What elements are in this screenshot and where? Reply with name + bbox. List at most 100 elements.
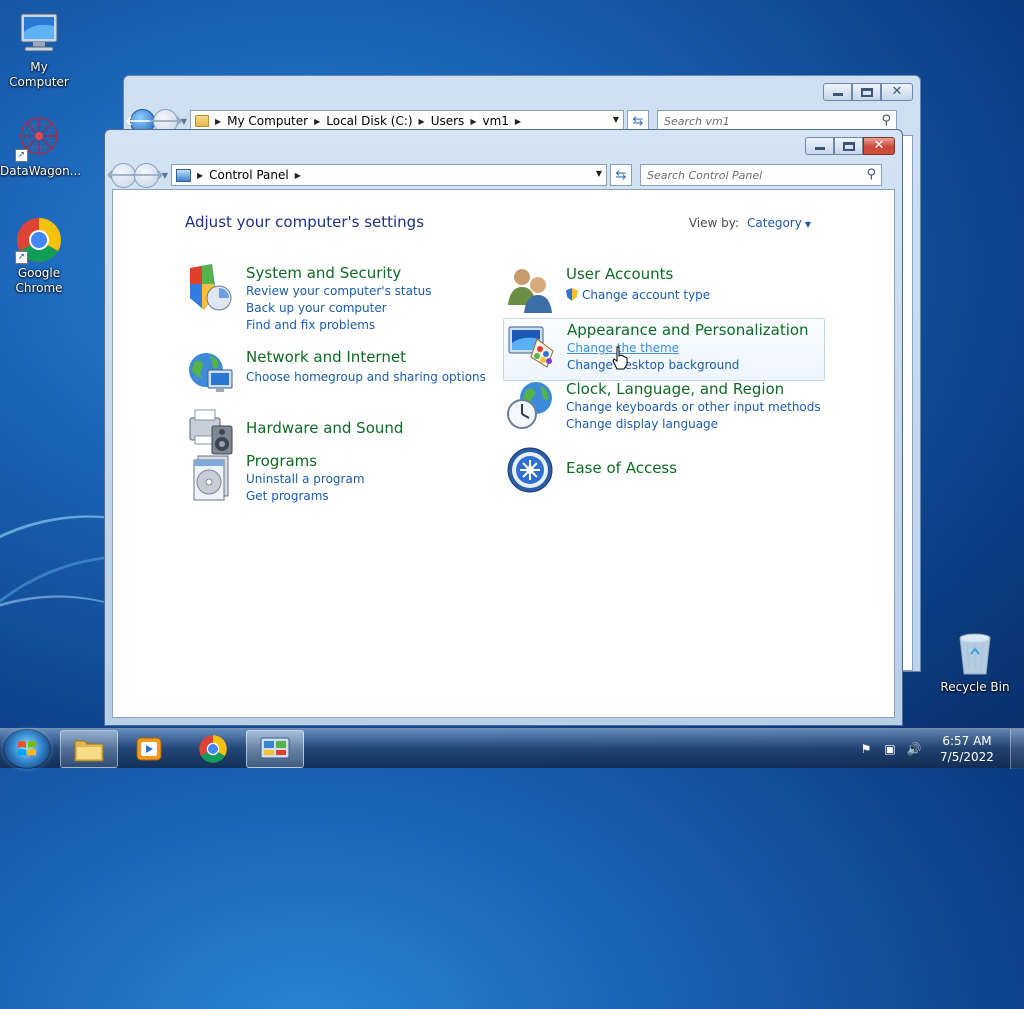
programs-disc-icon — [186, 452, 236, 502]
address-dropdown-icon[interactable]: ▼ — [596, 169, 602, 178]
window-caption-buttons: ✕ — [823, 83, 913, 101]
view-by-label: View by: — [688, 216, 740, 230]
clock[interactable]: 6:57 AM 7/5/2022 — [932, 733, 1002, 765]
minimize-button[interactable] — [823, 83, 852, 101]
page-title: Adjust your computer's settings — [185, 213, 425, 231]
category-title[interactable]: System and Security — [246, 264, 432, 282]
control-panel-search-input[interactable] — [647, 168, 827, 182]
recent-pages-dropdown[interactable]: ▼ — [178, 117, 190, 126]
uac-shield-icon — [566, 288, 578, 301]
start-button[interactable] — [4, 730, 50, 768]
breadcrumb-separator-icon: ▶ — [418, 116, 425, 126]
view-by: View by: Category ▼ — [689, 216, 811, 230]
breadcrumb-separator-icon: ▶ — [514, 116, 522, 126]
desktop-icon-google-chrome[interactable]: ➚ Google Chrome — [0, 216, 78, 296]
recent-pages-dropdown[interactable]: ▼ — [159, 171, 171, 180]
minimize-icon — [833, 93, 843, 96]
breadcrumb-separator-icon: ▶ — [215, 116, 222, 126]
monitor-palette-icon — [507, 321, 557, 371]
forward-button[interactable]: 🡒 — [129, 162, 164, 188]
category-title[interactable]: User Accounts — [566, 265, 710, 283]
category-title[interactable]: Appearance and Personalization — [567, 321, 809, 339]
link-back-up[interactable]: Back up your computer — [246, 300, 432, 317]
shield-icon — [186, 264, 236, 314]
view-by-dropdown[interactable]: Category — [747, 216, 802, 230]
control-panel-window[interactable]: ✕ 🡐 🡒 ▼ ▶ Control Panel ▶ ▼ ⇆ ⚲ Adjust y… — [104, 129, 903, 726]
network-globe-icon — [186, 348, 236, 398]
clock-globe-icon — [506, 380, 556, 430]
desktop-icon-datawagon[interactable]: ➚ DataWagon... — [0, 114, 82, 179]
minimize-button[interactable] — [805, 137, 834, 155]
taskbar-explorer-button[interactable] — [60, 730, 118, 768]
breadcrumb-local-disk[interactable]: Local Disk (C:) — [326, 114, 412, 128]
category-title[interactable]: Network and Internet — [246, 348, 486, 366]
chrome-icon: ➚ — [15, 216, 63, 264]
category-appearance-and-personalization[interactable]: Appearance and Personalization Change th… — [503, 318, 825, 381]
refresh-button[interactable]: ⇆ — [610, 164, 632, 186]
taskbar: ⚑ ▣ 🔊 6:57 AM 7/5/2022 — [0, 728, 1024, 769]
users-icon — [506, 265, 556, 315]
chrome-icon — [199, 735, 227, 763]
breadcrumb-my-computer[interactable]: My Computer — [227, 114, 308, 128]
desktop-icon-recycle-bin[interactable]: Recycle Bin — [936, 630, 1014, 695]
maximize-icon — [843, 142, 855, 151]
category-title[interactable]: Clock, Language, and Region — [566, 380, 821, 398]
hand-cursor-icon — [612, 346, 628, 370]
close-button[interactable]: ✕ — [881, 83, 913, 101]
explorer-search-input[interactable] — [664, 114, 844, 128]
desktop-icon-label: Google Chrome — [15, 266, 63, 295]
action-center-flag-icon[interactable]: ⚑ — [858, 741, 874, 757]
link-uninstall-program[interactable]: Uninstall a program — [246, 471, 365, 488]
category-clock-language-region: Clock, Language, and Region Change keybo… — [506, 380, 821, 433]
link-homegroup-sharing[interactable]: Choose homegroup and sharing options — [246, 369, 486, 386]
show-desktop-button[interactable] — [1010, 729, 1024, 769]
category-ease-of-access: Ease of Access — [506, 446, 677, 496]
close-icon: ✕ — [873, 138, 885, 153]
desktop-icon-my-computer[interactable]: My Computer — [0, 10, 78, 90]
link-change-desktop-background[interactable]: Change desktop background — [567, 357, 809, 374]
link-find-fix-problems[interactable]: Find and fix problems — [246, 317, 432, 334]
breadcrumb-users[interactable]: Users — [431, 114, 465, 128]
maximize-button[interactable] — [852, 83, 881, 101]
category-title[interactable]: Ease of Access — [566, 459, 677, 477]
maximize-button[interactable] — [834, 137, 863, 155]
clock-date: 7/5/2022 — [940, 750, 994, 764]
taskbar-media-player-button[interactable] — [120, 730, 178, 768]
link-change-theme[interactable]: Change the theme — [567, 340, 809, 357]
link-review-status[interactable]: Review your computer's status — [246, 283, 432, 300]
close-icon: ✕ — [891, 84, 903, 99]
volume-icon[interactable]: 🔊 — [906, 741, 922, 757]
taskbar-chrome-button[interactable] — [184, 730, 242, 768]
control-panel-navbar: 🡐 🡒 ▼ ▶ Control Panel ▶ ▼ ⇆ ⚲ — [106, 160, 896, 190]
close-button[interactable]: ✕ — [863, 137, 895, 155]
shortcut-arrow-icon: ➚ — [15, 251, 28, 264]
link-get-programs[interactable]: Get programs — [246, 488, 365, 505]
folder-icon — [74, 740, 104, 762]
category-user-accounts: User Accounts Change account type — [506, 265, 710, 315]
link-change-keyboards[interactable]: Change keyboards or other input methods — [566, 399, 821, 416]
network-icon[interactable]: ▣ — [882, 741, 898, 757]
address-dropdown-icon[interactable]: ▼ — [613, 115, 619, 124]
folder-icon — [195, 115, 209, 127]
control-panel-search-box[interactable]: ⚲ — [640, 164, 882, 186]
computer-icon — [15, 10, 63, 58]
category-title[interactable]: Hardware and Sound — [246, 419, 403, 437]
taskbar-control-panel-button[interactable] — [246, 730, 304, 768]
link-change-account-type[interactable]: Change account type — [566, 287, 710, 304]
link-change-display-language[interactable]: Change display language — [566, 416, 821, 433]
system-tray: ⚑ ▣ 🔊 6:57 AM 7/5/2022 — [854, 729, 1024, 769]
category-title[interactable]: Programs — [246, 452, 365, 470]
link-label: Change account type — [582, 288, 711, 302]
control-panel-icon — [260, 737, 290, 759]
window-caption-buttons: ✕ — [805, 137, 895, 155]
desktop-icon-label: DataWagon... — [0, 164, 82, 178]
breadcrumb-separator-icon: ▶ — [470, 116, 477, 126]
refresh-icon: ⇆ — [615, 167, 627, 183]
category-programs: Programs Uninstall a program Get program… — [186, 452, 365, 505]
clock-time: 6:57 AM — [942, 734, 992, 748]
breadcrumb-control-panel[interactable]: Control Panel — [209, 168, 289, 182]
ease-of-access-icon — [506, 446, 556, 496]
chevron-down-icon[interactable]: ▼ — [805, 220, 811, 229]
control-panel-address-bar[interactable]: ▶ Control Panel ▶ ▼ — [171, 164, 607, 186]
breadcrumb-vm1[interactable]: vm1 — [482, 114, 508, 128]
